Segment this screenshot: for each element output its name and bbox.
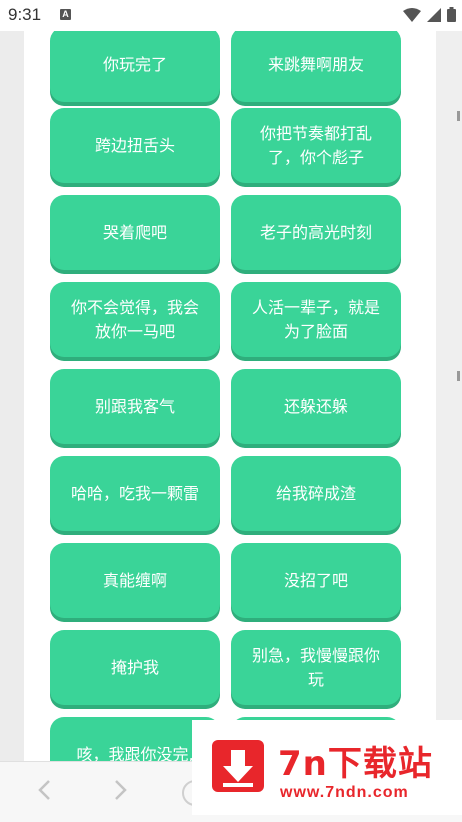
system-icons — [403, 7, 456, 22]
scroll-indicator — [457, 111, 460, 121]
notification-badge-icon: A — [60, 9, 71, 20]
phrase-button[interactable]: 你把节奏都打乱了，你个彪子 — [231, 108, 401, 183]
watermark: 7n下载站 www.7ndn.com — [192, 720, 462, 815]
phrase-button[interactable]: 你不会觉得，我会放你一马吧 — [50, 282, 220, 357]
status-bar: 9:31 A — [0, 0, 462, 31]
right-gutter — [436, 31, 462, 821]
cellular-signal-icon — [427, 7, 441, 22]
watermark-url: www.7ndn.com — [280, 784, 409, 801]
phrase-button[interactable]: 人活一辈子，就是为了脸面 — [231, 282, 401, 357]
wifi-icon — [403, 7, 421, 22]
phrase-button[interactable]: 给我碎成渣 — [231, 456, 401, 531]
phrase-button[interactable]: 没招了吧 — [231, 543, 401, 618]
phrase-panel: 你玩完了 来跳舞啊朋友 跨边扭舌头 你把节奏都打乱了，你个彪子 哭着爬吧 老子的… — [24, 31, 436, 761]
download-arrow-icon — [212, 740, 264, 792]
back-arrow-icon[interactable] — [32, 776, 60, 804]
phrase-button[interactable]: 哈哈，吃我一颗雷 — [50, 456, 220, 531]
left-gutter — [0, 31, 24, 821]
watermark-title: 7n下载站 — [278, 744, 433, 784]
battery-icon — [447, 7, 456, 22]
phrase-button[interactable]: 真能缠啊 — [50, 543, 220, 618]
forward-arrow-icon[interactable] — [106, 776, 134, 804]
phrase-button[interactable]: 还躲还躲 — [231, 369, 401, 444]
phrase-button[interactable]: 哭着爬吧 — [50, 195, 220, 270]
phrase-button[interactable]: 跨边扭舌头 — [50, 108, 220, 183]
phrase-button[interactable]: 掩护我 — [50, 630, 220, 705]
phrase-button[interactable]: 你玩完了 — [50, 31, 220, 102]
scroll-indicator — [457, 371, 460, 381]
phrase-button[interactable]: 别跟我客气 — [50, 369, 220, 444]
phrase-button[interactable]: 来跳舞啊朋友 — [231, 31, 401, 102]
phrase-button[interactable]: 老子的高光时刻 — [231, 195, 401, 270]
status-time: 9:31 — [8, 5, 42, 24]
phrase-button[interactable]: 别急，我慢慢跟你玩 — [231, 630, 401, 705]
